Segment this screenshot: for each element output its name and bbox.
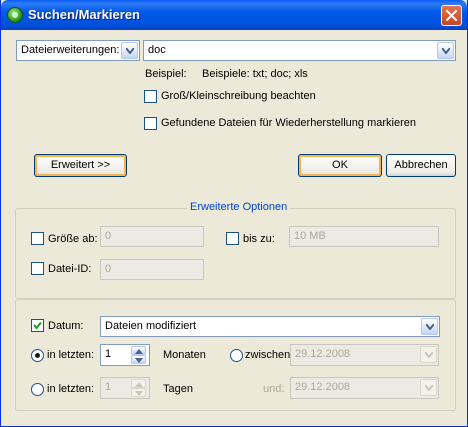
date-mode-select[interactable]: Dateien modifiziert — [100, 316, 440, 337]
and-label: und: — [263, 383, 285, 395]
last-days-radio[interactable] — [31, 383, 44, 396]
months-down-button[interactable] — [131, 355, 146, 364]
chevron-up-icon — [135, 349, 143, 354]
date-checkbox[interactable] — [31, 319, 44, 332]
size-to-input[interactable]: 10 MB — [289, 226, 439, 247]
size-to-checkbox[interactable] — [226, 232, 239, 245]
chevron-down-icon — [425, 352, 433, 358]
last-months-radio[interactable] — [31, 349, 44, 362]
months-label: Monaten — [163, 349, 206, 361]
advanced-options-group — [15, 208, 456, 299]
months-stepper[interactable]: 1 — [100, 344, 150, 366]
date-mode-dropdown-arrow[interactable] — [421, 318, 438, 335]
example-label: Beispiel: — [145, 68, 187, 80]
size-from-checkbox[interactable] — [31, 232, 44, 245]
search-type-select[interactable]: Dateierweiterungen: — [16, 40, 140, 61]
date-to-value: 29.12.2008 — [295, 381, 351, 393]
checkmark-icon — [33, 321, 42, 330]
file-id-checkbox[interactable] — [31, 262, 44, 275]
days-value: 1 — [105, 381, 112, 393]
close-button[interactable] — [441, 5, 462, 26]
file-id-input[interactable]: 0 — [100, 259, 204, 280]
advanced-options-title: Erweiterte Optionen — [187, 201, 291, 213]
date-from-select[interactable]: 29.12.2008 — [290, 344, 439, 366]
search-type-value: Dateierweiterungen: — [21, 44, 120, 56]
date-to-select[interactable]: 29.12.2008 — [290, 377, 439, 399]
days-label: Tagen — [163, 383, 193, 395]
chevron-down-icon — [135, 391, 143, 396]
last-months-label[interactable]: in letzten: — [47, 349, 94, 361]
search-type-dropdown-arrow[interactable] — [121, 42, 138, 59]
chevron-down-icon — [426, 324, 434, 330]
pattern-combo[interactable]: doc — [143, 40, 456, 61]
window-title: Suchen/Markieren — [28, 7, 140, 22]
cancel-button[interactable]: Abbrechen — [386, 154, 456, 177]
days-stepper[interactable]: 1 — [100, 377, 150, 399]
chevron-up-icon — [135, 382, 143, 387]
size-from-value: 0 — [105, 230, 112, 242]
between-radio[interactable] — [230, 349, 243, 362]
months-spin[interactable] — [131, 346, 147, 365]
file-id-label[interactable]: Datei-ID: — [48, 263, 91, 275]
pattern-dropdown-arrow[interactable] — [437, 42, 454, 59]
file-id-value: 0 — [105, 263, 112, 275]
title-bar[interactable]: Suchen/Markieren — [1, 0, 467, 30]
size-from-label[interactable]: Größe ab: — [48, 233, 98, 245]
advanced-button[interactable]: Erweitert >> — [34, 154, 127, 177]
days-spin[interactable] — [131, 379, 147, 398]
months-value: 1 — [105, 348, 112, 360]
mark-recovery-checkbox[interactable] — [144, 117, 157, 130]
app-icon — [7, 7, 23, 23]
case-sensitive-label[interactable]: Groß/Kleinschreibung beachten — [161, 90, 316, 102]
days-down-button[interactable] — [131, 388, 146, 397]
between-label[interactable]: zwischen: — [245, 349, 293, 361]
size-to-label[interactable]: bis zu: — [243, 233, 275, 245]
last-days-label[interactable]: in letzten: — [47, 383, 94, 395]
close-icon — [446, 10, 457, 21]
search-mark-dialog: Suchen/Markieren Dateierweiterungen: doc… — [0, 0, 468, 427]
date-to-dropdown-arrow[interactable] — [420, 379, 437, 396]
case-sensitive-checkbox[interactable] — [144, 90, 157, 103]
ok-button[interactable]: OK — [298, 154, 382, 177]
size-to-value: 10 MB — [294, 230, 326, 242]
date-label[interactable]: Datum: — [48, 320, 83, 332]
days-up-button[interactable] — [131, 379, 146, 388]
example-text: Beispiele: txt; doc; xls — [202, 68, 308, 80]
size-from-input[interactable]: 0 — [100, 226, 204, 247]
date-mode-value: Dateien modifiziert — [105, 320, 197, 332]
chevron-down-icon — [126, 48, 134, 54]
chevron-down-icon — [425, 385, 433, 391]
mark-recovery-label[interactable]: Gefundene Dateien für Wiederherstellung … — [161, 117, 416, 129]
pattern-value: doc — [148, 44, 166, 56]
date-from-dropdown-arrow[interactable] — [420, 346, 437, 363]
months-up-button[interactable] — [131, 346, 146, 355]
chevron-down-icon — [442, 48, 450, 54]
chevron-down-icon — [135, 358, 143, 363]
date-from-value: 29.12.2008 — [295, 348, 351, 360]
